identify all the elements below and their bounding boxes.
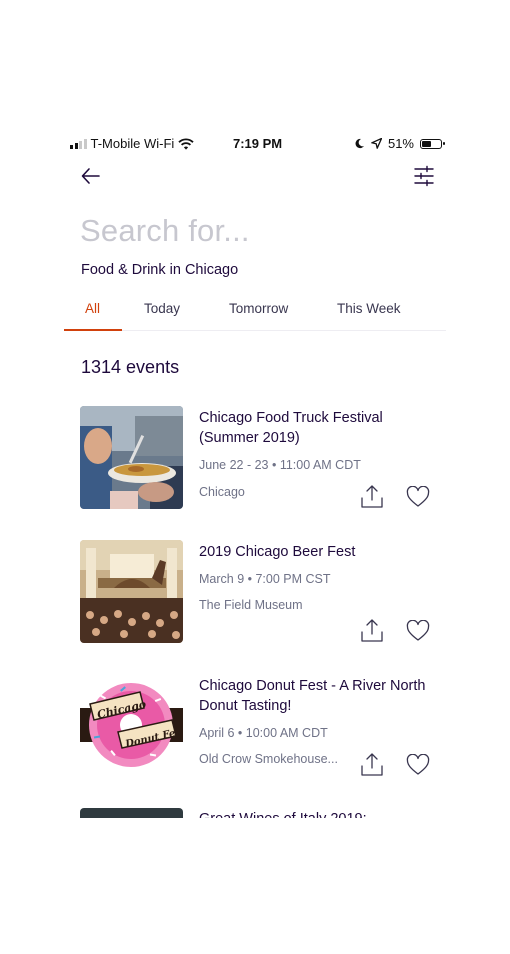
status-right: 51% bbox=[354, 136, 445, 151]
event-title[interactable]: Chicago Donut Fest - A River North Donut… bbox=[199, 676, 439, 716]
search-context-subtitle[interactable]: Food & Drink in Chicago bbox=[81, 262, 238, 278]
event-venue: Chicago bbox=[199, 485, 245, 499]
date-filter-tabs: All Today Tomorrow This Week bbox=[64, 292, 446, 331]
event-date: June 22 - 23 • 11:00 AM CDT bbox=[199, 458, 361, 472]
share-icon[interactable] bbox=[361, 484, 383, 508]
events-count: 1314 events bbox=[81, 357, 180, 377]
sliders-icon[interactable] bbox=[412, 164, 436, 188]
active-tab-indicator bbox=[64, 329, 122, 331]
event-card[interactable]: 2019 Chicago Beer Fest March 9 • 7:00 PM… bbox=[80, 540, 450, 644]
share-icon[interactable] bbox=[361, 618, 383, 642]
tab-today[interactable]: Today bbox=[144, 301, 180, 316]
heart-icon[interactable] bbox=[406, 620, 430, 642]
event-image[interactable] bbox=[80, 540, 183, 643]
wifi-icon bbox=[178, 137, 194, 150]
event-card[interactable]: Chicago Donut Fest Chicago Donut Fest - … bbox=[80, 674, 450, 778]
event-card[interactable]: Great Wines of Italy 2019: bbox=[80, 808, 450, 818]
location-arrow-icon bbox=[371, 138, 382, 149]
event-title[interactable]: Chicago Food Truck Festival (Summer 2019… bbox=[199, 408, 439, 448]
signal-icon bbox=[70, 138, 87, 149]
battery-percent: 51% bbox=[387, 136, 414, 151]
heart-icon[interactable] bbox=[406, 486, 430, 508]
event-image[interactable]: Chicago Donut Fest bbox=[80, 674, 183, 777]
arrow-left-icon[interactable] bbox=[79, 164, 103, 188]
share-icon[interactable] bbox=[361, 752, 383, 776]
event-date: April 6 • 10:00 AM CDT bbox=[199, 726, 328, 740]
event-venue: The Field Museum bbox=[199, 598, 303, 612]
tab-tomorrow[interactable]: Tomorrow bbox=[229, 301, 288, 316]
carrier-indicator: T-Mobile Wi-Fi bbox=[70, 136, 194, 151]
status-bar: T-Mobile Wi-Fi 7:19 PM 51% bbox=[70, 134, 445, 154]
battery-fill bbox=[422, 140, 431, 147]
carrier-name: T-Mobile Wi-Fi bbox=[90, 136, 175, 151]
battery-icon bbox=[420, 138, 445, 149]
event-title[interactable]: Great Wines of Italy 2019: bbox=[199, 809, 367, 818]
event-image[interactable] bbox=[80, 406, 183, 509]
search-input[interactable]: Search for... bbox=[80, 213, 250, 249]
event-title[interactable]: 2019 Chicago Beer Fest bbox=[199, 542, 439, 562]
tab-all[interactable]: All bbox=[85, 301, 100, 316]
moon-icon bbox=[355, 138, 364, 149]
status-time: 7:19 PM bbox=[233, 136, 283, 151]
event-image[interactable] bbox=[80, 808, 183, 818]
event-venue: Old Crow Smokehouse... bbox=[199, 752, 338, 766]
event-card[interactable]: Chicago Food Truck Festival (Summer 2019… bbox=[80, 406, 450, 510]
event-date: March 9 • 7:00 PM CST bbox=[199, 572, 331, 586]
heart-icon[interactable] bbox=[406, 754, 430, 776]
tab-this-week[interactable]: This Week bbox=[337, 301, 401, 316]
